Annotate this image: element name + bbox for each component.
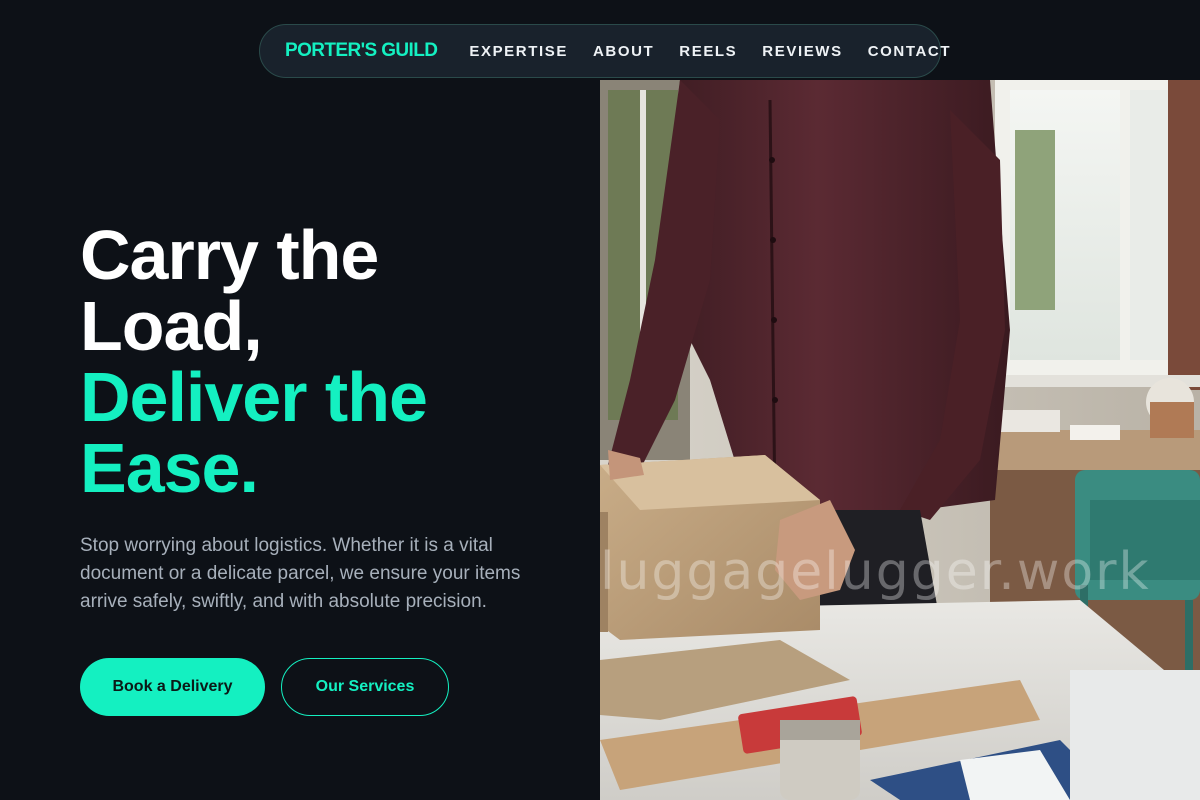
headline-accent-line-1: Deliver the [80,358,428,436]
headline-line-2: Load, [80,287,263,365]
nav-link-reels[interactable]: REELS [679,43,737,60]
headline-accent-line-2: Ease. [80,429,259,507]
headline-line-1: Carry the [80,216,379,294]
nav-link-about[interactable]: ABOUT [593,43,654,60]
nav-link-reviews[interactable]: REVIEWS [762,43,842,60]
hero-headline: Carry the Load, Deliver the Ease. [80,220,580,504]
hero-subtext: Stop worrying about logistics. Whether i… [80,535,521,612]
top-nav: PORTER'S GUILD EXPERTISE ABOUT REELS REV… [259,24,950,78]
nav-link-contact[interactable]: CONTACT [868,43,951,60]
nav-links: EXPERTISE ABOUT REELS REVIEWS CONTACT [469,43,951,60]
our-services-button[interactable]: Our Services [281,658,449,716]
hero-content: Carry the Load, Deliver the Ease. Stop w… [80,220,580,716]
brand-logo[interactable]: PORTER'S GUILD [285,40,438,62]
hero-photo: luggagelugger.work [600,80,1200,800]
hero-photo-illustration [600,80,1200,800]
hero-cta-group: Book a Delivery Our Services [80,658,580,716]
nav-link-expertise[interactable]: EXPERTISE [469,43,568,60]
book-delivery-button[interactable]: Book a Delivery [80,658,265,716]
